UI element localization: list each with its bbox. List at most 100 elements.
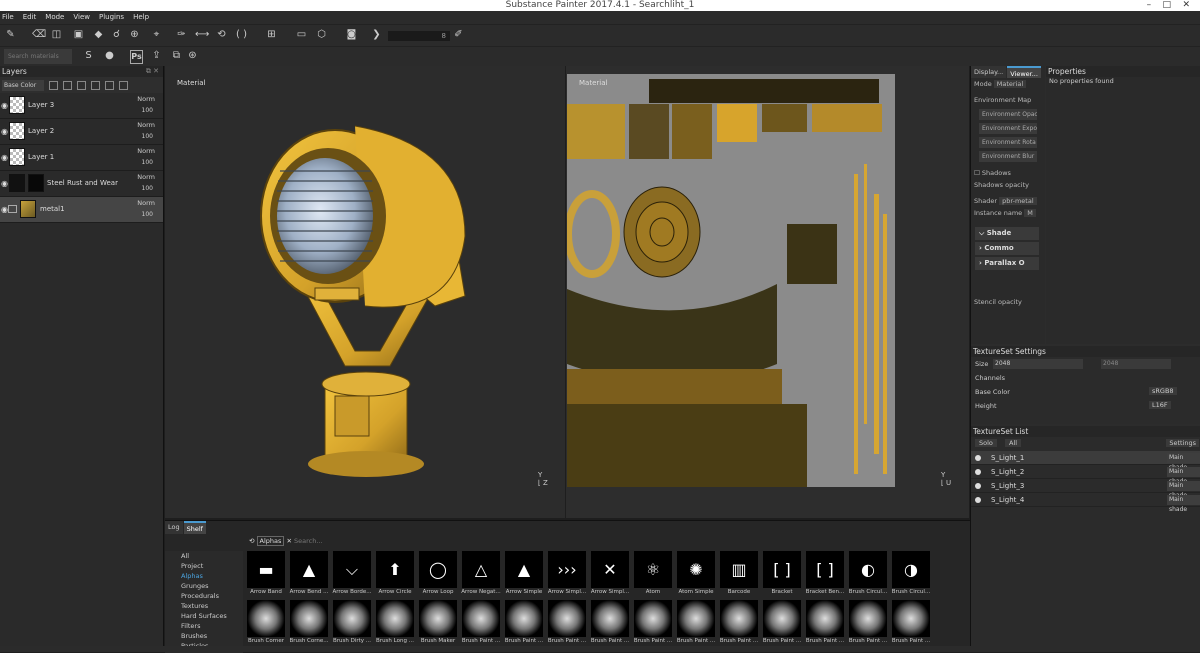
textureset-row[interactable]: S_Light_4 Main shade: [971, 493, 1200, 513]
window-controls[interactable]: – □ ✕: [1147, 0, 1190, 11]
environment-blur-field[interactable]: Environment Blur: [979, 151, 1037, 162]
layer-row[interactable]: ◉ Layer 2 Norm 100: [0, 119, 163, 145]
channel-format[interactable]: L16F: [1149, 401, 1171, 409]
tab-shelf[interactable]: Shelf: [183, 521, 206, 534]
paint-brush-icon[interactable]: ✎: [4, 28, 17, 42]
shelf-tile[interactable]: [505, 600, 543, 637]
shelf-tile[interactable]: ◐: [849, 551, 887, 588]
shelf-category-item[interactable]: Grunges: [165, 581, 243, 591]
shelf-tile[interactable]: [ ]: [806, 551, 844, 588]
shelf-category-item[interactable]: All: [165, 551, 243, 561]
visibility-eye-icon[interactable]: ◉: [1, 127, 8, 136]
shelf-category-item[interactable]: Brushes: [165, 631, 243, 641]
shelf-tile[interactable]: [720, 600, 758, 637]
sync-icon[interactable]: ⊛: [186, 49, 199, 63]
shelf-tile[interactable]: ▬: [247, 551, 285, 588]
shelf-tile[interactable]: ▥: [720, 551, 758, 588]
menu-file[interactable]: File: [2, 11, 23, 24]
shelf-tile[interactable]: ⬆: [376, 551, 414, 588]
layer-opacity[interactable]: 100: [142, 133, 153, 140]
shelf-tile[interactable]: [849, 600, 887, 637]
photoshop-icon[interactable]: Ps: [130, 50, 143, 64]
shelf-tile[interactable]: [591, 600, 629, 637]
pen-pressure-icon[interactable]: ✐: [452, 28, 465, 42]
channel-row[interactable]: Height L16F: [971, 399, 1200, 413]
add-folder-icon[interactable]: [105, 80, 114, 90]
picker-icon[interactable]: ⌖: [150, 28, 163, 42]
mode-dropdown[interactable]: Material: [993, 80, 1027, 88]
delete-layer-icon[interactable]: [119, 80, 128, 90]
tab-display-settings[interactable]: Display...: [971, 66, 1007, 78]
display-icon[interactable]: ▭: [295, 28, 308, 42]
shader-group[interactable]: ⌵ Shade: [975, 227, 1039, 240]
shelf-tile[interactable]: ✕: [591, 551, 629, 588]
shelf-tile[interactable]: ›››: [548, 551, 586, 588]
channel-row[interactable]: Base Color sRGB8: [971, 385, 1200, 399]
symmetry-icon[interactable]: ⟷: [195, 28, 209, 42]
layer-row[interactable]: ◉ Steel Rust and Wear Norm 100: [0, 171, 163, 197]
shader-dropdown[interactable]: Main shade: [1167, 467, 1200, 485]
menu-plugins[interactable]: Plugins: [99, 11, 133, 24]
visibility-radio-icon[interactable]: [975, 497, 981, 503]
folder-icon[interactable]: [8, 205, 17, 213]
shelf-tile[interactable]: [376, 600, 414, 637]
size-dropdown-linked[interactable]: 2048: [1101, 359, 1171, 369]
visibility-radio-icon[interactable]: [975, 455, 981, 461]
tab-log[interactable]: Log: [165, 521, 183, 534]
cube-icon[interactable]: ⬡: [315, 28, 328, 42]
settings-button[interactable]: Settings: [1166, 439, 1199, 447]
shelf-tile[interactable]: ▲: [505, 551, 543, 588]
menu-mode[interactable]: Mode: [45, 11, 73, 24]
shelf-tile[interactable]: [419, 600, 457, 637]
menu-edit[interactable]: Edit: [23, 11, 46, 24]
textureset-row[interactable]: S_Light_2 Main shade: [971, 465, 1200, 485]
shelf-tile[interactable]: [333, 600, 371, 637]
polygon-fill-icon[interactable]: ◆: [92, 28, 105, 42]
shelf-tile[interactable]: ⌵: [333, 551, 371, 588]
shelf-tile[interactable]: ⚛: [634, 551, 672, 588]
all-button[interactable]: All: [1005, 439, 1022, 447]
shelf-category-item[interactable]: Textures: [165, 601, 243, 611]
shelf-tile[interactable]: ◑: [892, 551, 930, 588]
brush-size-slider[interactable]: 8: [388, 31, 450, 41]
shelf-tile[interactable]: ◯: [419, 551, 457, 588]
shelf-tile[interactable]: [892, 600, 930, 637]
common-group[interactable]: › Commo: [975, 242, 1039, 255]
menu-help[interactable]: Help: [133, 11, 158, 24]
visibility-eye-icon[interactable]: ◉: [1, 205, 8, 214]
geometry-mask-icon[interactable]: ▣: [72, 28, 85, 42]
shelf-tile[interactable]: ▲: [290, 551, 328, 588]
tab-viewer-settings[interactable]: Viewer...: [1007, 66, 1041, 78]
add-fill-layer-icon[interactable]: [77, 80, 86, 90]
material-search-input[interactable]: Search materials: [4, 49, 72, 64]
shelf-tile[interactable]: ✺: [677, 551, 715, 588]
layer-blend-mode[interactable]: Norm: [137, 173, 155, 181]
shelf-category-item[interactable]: Procedurals: [165, 591, 243, 601]
layer-blend-mode[interactable]: Norm: [137, 121, 155, 129]
visibility-eye-icon[interactable]: ◉: [1, 153, 8, 162]
layer-row[interactable]: ◉ metal1 Norm 100: [0, 197, 163, 223]
layer-blend-mode[interactable]: Norm: [137, 95, 155, 103]
bake-icon[interactable]: ⧉: [170, 49, 183, 63]
shelf-category-item[interactable]: Alphas: [165, 571, 243, 581]
shader-dropdown[interactable]: Main shade: [1167, 481, 1200, 499]
layer-opacity[interactable]: 100: [142, 185, 153, 192]
panel-close-icon[interactable]: ⧉ ✕: [146, 66, 159, 77]
camera-icon[interactable]: ⊞: [265, 28, 278, 42]
shelf-category-item[interactable]: Project: [165, 561, 243, 571]
layer-row[interactable]: ◉ Layer 1 Norm 100: [0, 145, 163, 171]
shelf-tile[interactable]: [462, 600, 500, 637]
channel-dropdown[interactable]: Base Color: [2, 79, 44, 91]
shelf-category-item[interactable]: Filters: [165, 621, 243, 631]
shelf-tile[interactable]: [806, 600, 844, 637]
shelf-tile[interactable]: [548, 600, 586, 637]
environment-exposure-field[interactable]: Environment Expo: [979, 123, 1037, 134]
visibility-radio-icon[interactable]: [975, 469, 981, 475]
shader-dropdown[interactable]: Main shade: [1167, 453, 1200, 471]
brush-settings-icon[interactable]: ❯: [370, 28, 383, 42]
add-mask-icon[interactable]: [63, 80, 72, 90]
screenshot-icon[interactable]: ◙: [345, 28, 358, 42]
shader-dropdown[interactable]: Main shade: [1167, 495, 1200, 513]
shelf-search-input[interactable]: Search...: [294, 537, 323, 545]
size-dropdown[interactable]: 2048: [993, 359, 1083, 369]
